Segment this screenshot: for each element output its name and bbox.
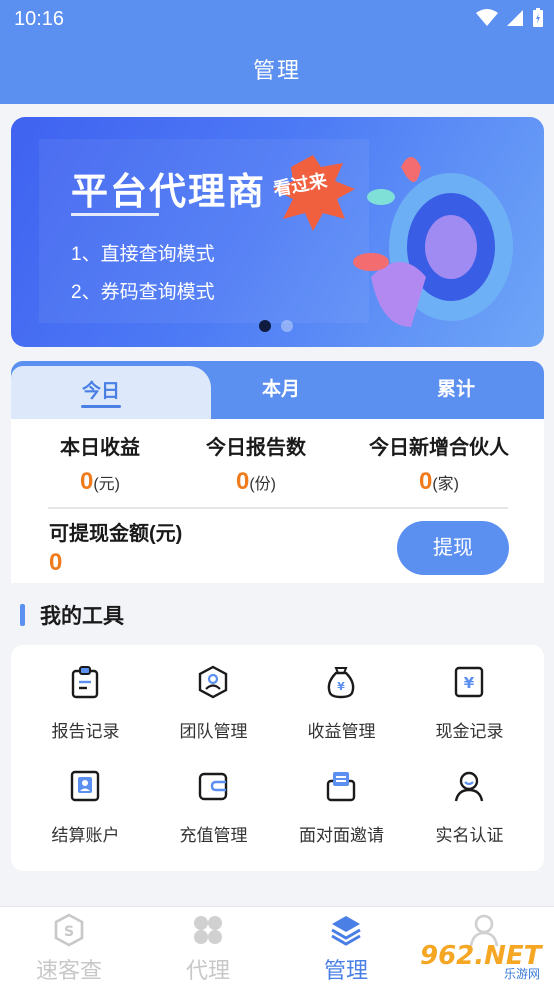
- stat-today-income: 本日收益 0(元): [60, 437, 140, 495]
- svg-text:¥: ¥: [337, 680, 345, 693]
- site-watermark: 962.NET 乐游网: [420, 941, 544, 980]
- svg-text:¥: ¥: [464, 674, 475, 692]
- status-bar: 10:16: [0, 0, 554, 38]
- period-tabs: 今日 本月 累计: [11, 361, 544, 419]
- megaphone-illustration: [273, 155, 513, 327]
- promo-banner[interactable]: 平台代理商 看过来 1、直接查询模式 2、券码查询模式: [11, 117, 544, 347]
- stat-today-reports: 今日报告数 0(份): [206, 437, 306, 495]
- tool-real-name-verification[interactable]: 实名认证: [403, 749, 536, 849]
- banner-title: 平台代理商: [71, 171, 266, 212]
- tab-month[interactable]: 本月: [221, 361, 341, 419]
- grid-icon: [194, 916, 222, 944]
- tool-team-management[interactable]: 团队管理: [147, 645, 280, 745]
- carousel-dot[interactable]: [281, 320, 293, 332]
- stat-new-partners: 今日新增合伙人 0(家): [369, 437, 509, 495]
- tool-report-records[interactable]: 报告记录: [19, 645, 152, 745]
- wallet-icon: [198, 772, 228, 801]
- team-hexagon-icon: [198, 665, 228, 699]
- user-verify-icon: [454, 771, 484, 802]
- tab-total[interactable]: 累计: [396, 361, 516, 419]
- clipboard-icon: [71, 666, 99, 699]
- withdrawable-amount: 0: [49, 549, 63, 576]
- tools-grid: 报告记录 团队管理 ¥ 收益管理 ¥ 现金记录 结算账户 充值管理 面对面邀请 …: [11, 645, 544, 871]
- invite-mail-icon: [326, 772, 356, 802]
- banner-line-2: 2、券码查询模式: [71, 282, 215, 303]
- money-bag-icon: ¥: [327, 667, 355, 699]
- battery-icon: [533, 8, 543, 27]
- carousel-indicator: [259, 320, 293, 332]
- tab-today[interactable]: 今日: [11, 363, 191, 421]
- carousel-dot-active[interactable]: [259, 320, 271, 332]
- tool-cash-records[interactable]: ¥ 现金记录: [403, 645, 536, 745]
- svg-text:乐游网: 乐游网: [504, 967, 540, 980]
- status-time: 10:16: [14, 8, 65, 30]
- svg-text:S: S: [64, 924, 74, 940]
- wifi-icon: [476, 9, 498, 26]
- tool-income-management[interactable]: ¥ 收益管理: [275, 645, 408, 745]
- withdrawable-label: 可提现金额(元): [49, 523, 183, 545]
- tool-recharge-management[interactable]: 充值管理: [147, 749, 280, 849]
- banner-line-1: 1、直接查询模式: [71, 244, 215, 265]
- withdraw-button[interactable]: 提现: [397, 521, 509, 575]
- account-card-icon: [70, 770, 100, 802]
- tools-title: 我的工具: [40, 605, 124, 628]
- tabbar-item-agent[interactable]: 代理: [139, 907, 277, 984]
- cash-icon: ¥: [454, 666, 484, 698]
- tabbar-item-management[interactable]: 管理: [277, 907, 415, 984]
- page-title: 管理: [0, 38, 554, 104]
- hexagon-s-icon: S: [54, 913, 84, 947]
- divider: [48, 507, 508, 509]
- tool-settlement-account[interactable]: 结算账户: [19, 749, 152, 849]
- signal-icon: [507, 10, 523, 26]
- layers-icon: [331, 916, 361, 946]
- tabbar-item-sukecha[interactable]: S 速客查: [0, 907, 138, 984]
- tool-face-to-face-invite[interactable]: 面对面邀请: [275, 749, 408, 849]
- stats-card: 今日 本月 累计 本日收益 0(元) 今日报告数 0(份) 今日新增合伙人 0(…: [11, 361, 544, 583]
